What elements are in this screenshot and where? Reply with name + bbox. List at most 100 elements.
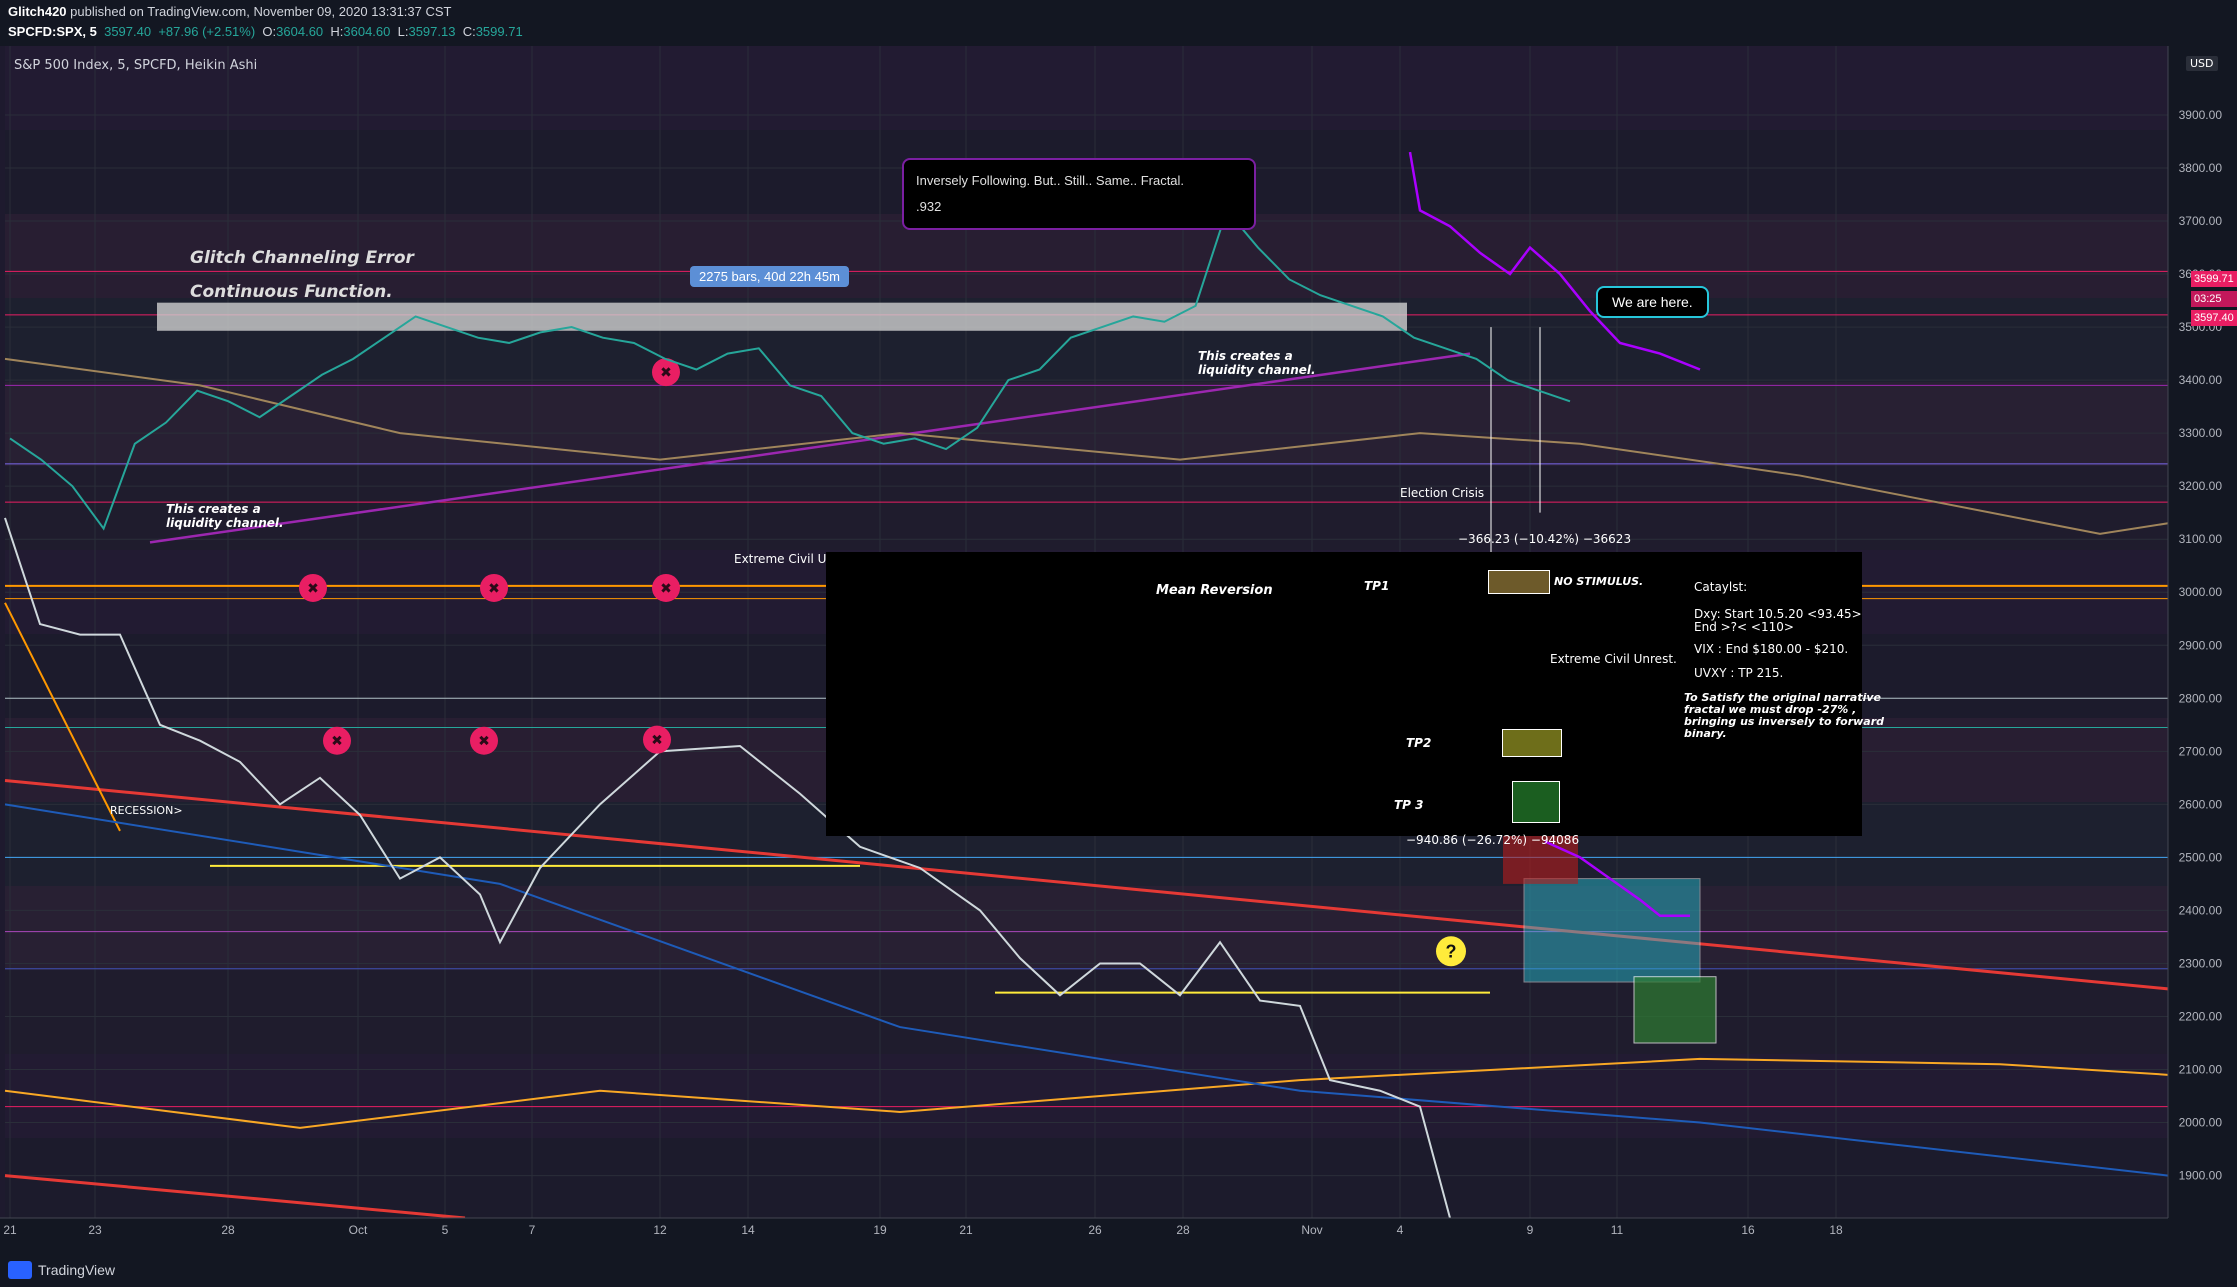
time-tick-label: 9 (1527, 1223, 1534, 1237)
zone-band (5, 1138, 2168, 1222)
tp1-box (1488, 570, 1550, 594)
close-label: C: (462, 24, 476, 39)
invalid-marker-icon: ✖ (307, 580, 319, 596)
recession-label: RECESSION> (110, 804, 183, 817)
zone-band (5, 970, 2168, 1054)
high-label: H: (330, 24, 344, 39)
time-tick-label: 23 (88, 1223, 102, 1237)
price-tick-label: 1900.00 (2179, 1169, 2223, 1183)
price-tick-label: 3900.00 (2179, 108, 2223, 122)
open-value: 3604.60 (276, 24, 324, 39)
catalyst-vix: VIX : End $180.00 - $210. (1694, 642, 1849, 656)
current-price-tag: 3599.71 (2191, 271, 2237, 287)
price-tick-label: 2000.00 (2179, 1116, 2223, 1130)
tp3-label: TP 3 (1394, 798, 1424, 812)
last-price-tag: 3597.40 (2191, 310, 2237, 326)
price-tick-label: 2600.00 (2179, 797, 2223, 811)
tp2-box (1502, 729, 1562, 757)
time-tick-label: 14 (741, 1223, 755, 1237)
price-tick-label: 2500.00 (2179, 850, 2223, 864)
time-tick-label: 7 (529, 1223, 536, 1237)
time-tick-label: 28 (221, 1223, 235, 1237)
target-zone-2 (1633, 976, 1717, 1044)
low-label: L: (397, 24, 409, 39)
invalid-marker-icon: ✖ (331, 733, 343, 749)
liquidity-label-1a: This creates a (166, 502, 261, 516)
zone-band (5, 46, 2168, 130)
invalid-marker-icon: ✖ (488, 580, 500, 596)
price-tick-label: 3400.00 (2179, 373, 2223, 387)
callout-line-1: Inversely Following. But.. Still.. Same.… (916, 173, 1185, 188)
brand-label: TradingView (38, 1262, 116, 1278)
liquidity-label-2b: liquidity channel. (1198, 363, 1316, 377)
publish-line: published on TradingView.com, November 0… (70, 4, 452, 19)
price-tick-label: 2300.00 (2179, 956, 2223, 970)
measure-label-1: −366.23 (−10.42%) −36623 (1458, 532, 1632, 546)
time-tick-label: 28 (1176, 1223, 1190, 1237)
callout-line-2: .932 (916, 199, 942, 214)
price-tick-label: 3200.00 (2179, 479, 2223, 493)
zone-band (5, 382, 2168, 466)
time-tick-label: 5 (442, 1223, 449, 1237)
price-tick-label: 3300.00 (2179, 426, 2223, 440)
high-value: 3604.60 (343, 24, 391, 39)
price-tick-label: 2800.00 (2179, 691, 2223, 705)
zone-band (5, 1054, 2168, 1138)
countdown-tag: 03:25 (2191, 291, 2237, 307)
note-line-4: binary. (1684, 727, 1727, 740)
tp3-box (1512, 781, 1560, 823)
invalid-marker-icon: ✖ (660, 580, 672, 596)
price-axis-bg (2168, 0, 2237, 1218)
publish-info: Glitch420 published on TradingView.com, … (8, 4, 452, 19)
instrument-title: S&P 500 Index, 5, SPCFD, Heikin Ashi (14, 58, 258, 73)
zone-band (5, 466, 2168, 550)
extreme-civil-label-2: Extreme Civil Unrest. (1550, 652, 1677, 666)
extreme-civil-label-1: Extreme Civil Unr (734, 552, 839, 566)
close-value: 3599.71 (475, 24, 523, 39)
price-tick-label: 2700.00 (2179, 744, 2223, 758)
glitch-text-1: Glitch Channeling Error (190, 248, 414, 268)
tp1-label: TP1 (1364, 579, 1390, 593)
we-are-here-callout: We are here. (1596, 286, 1709, 318)
measure-label-2: −940.86 (−26.72%) −94086 (1406, 833, 1580, 847)
price-tick-label: 2400.00 (2179, 903, 2223, 917)
change-value: +87.96 (+2.51%) (158, 24, 256, 39)
target-zone (1523, 878, 1701, 983)
time-tick-label: 4 (1397, 1223, 1404, 1237)
publisher-name[interactable]: Glitch420 (8, 4, 67, 19)
catalyst-dxy-end: End >?< <110> (1694, 620, 1794, 634)
ohlc-legend: SPCFD:SPX, 5 3597.40 +87.96 (+2.51%) O:3… (8, 24, 523, 39)
price-tick-label: 2900.00 (2179, 638, 2223, 652)
tradingview-logo[interactable]: TradingView (8, 1261, 115, 1279)
time-tick-label: 12 (653, 1223, 667, 1237)
price-tick-label: 3800.00 (2179, 161, 2223, 175)
time-tick-label: 19 (873, 1223, 887, 1237)
price-tick-label: 3100.00 (2179, 532, 2223, 546)
time-axis-bg (0, 1218, 2237, 1255)
invalid-marker-icon: ✖ (660, 364, 672, 380)
time-tick-label: Nov (1301, 1223, 1322, 1237)
chart-footer: TradingView (0, 1255, 2237, 1287)
symbol-label[interactable]: SPCFD:SPX, 5 (8, 24, 97, 39)
liquidity-label-1b: liquidity channel. (166, 516, 284, 530)
tp2-label: TP2 (1406, 736, 1432, 750)
price-tick-label: 3700.00 (2179, 214, 2223, 228)
price-tick-label: 2100.00 (2179, 1063, 2223, 1077)
currency-label[interactable]: USD (2186, 56, 2218, 71)
time-axis: 21 23 28 Oct 5 7 12 14 19 21 26 28 Nov 4 9 11 16 18 (0, 1217, 2237, 1255)
no-stimulus-label: NO STIMULUS. (1554, 575, 1644, 588)
time-tick-label: 18 (1829, 1223, 1843, 1237)
tradingview-icon (8, 1261, 32, 1279)
price-tick-label: 3000.00 (2179, 585, 2223, 599)
time-tick-label: 16 (1741, 1223, 1755, 1237)
invalid-marker-icon: ✖ (651, 732, 663, 748)
time-tick-label: 21 (959, 1223, 973, 1237)
catalyst-title: Cataylst: (1694, 580, 1748, 594)
fractal-callout: Inversely Following. But.. Still.. Same.… (902, 158, 1256, 230)
open-label: O: (262, 24, 277, 39)
chart-header: Glitch420 published on TradingView.com, … (0, 0, 2237, 46)
election-crisis-label: Election Crisis (1400, 486, 1485, 500)
last-price: 3597.40 (104, 24, 152, 39)
catalyst-dxy-start: Dxy: Start 10.5.20 <93.45> (1694, 607, 1862, 621)
glitch-text-2: Continuous Function. (190, 282, 393, 302)
